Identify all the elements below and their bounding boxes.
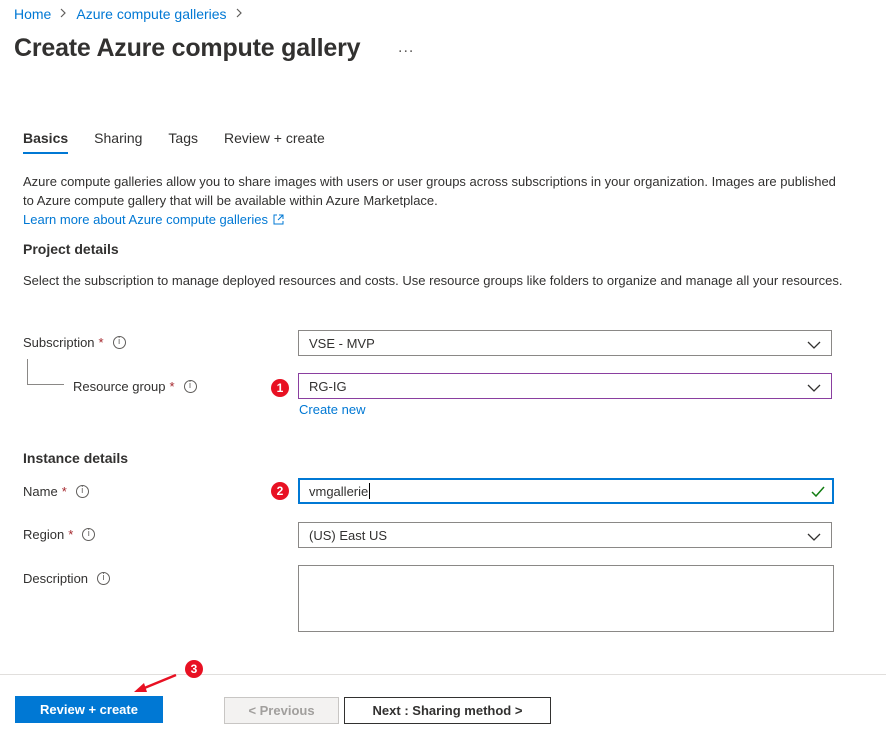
page-title: Create Azure compute gallery — [14, 34, 361, 62]
intro-text: Azure compute galleries allow you to sha… — [23, 174, 836, 208]
info-icon[interactable]: i — [183, 380, 197, 393]
red-arrow-icon — [134, 673, 177, 692]
required-asterisk: * — [169, 379, 175, 394]
marker-1-badge: 1 — [271, 379, 289, 397]
chevron-right-icon — [60, 7, 67, 21]
external-link-icon[interactable] — [273, 211, 284, 230]
marker-3-badge: 3 — [185, 660, 203, 678]
learn-more-link[interactable]: Learn more about Azure compute galleries — [23, 212, 268, 227]
required-asterisk: * — [61, 484, 67, 499]
review-create-button[interactable]: Review + create — [15, 696, 163, 723]
text-caret — [369, 483, 371, 499]
next-sharing-method-button[interactable]: Next : Sharing method > — [344, 697, 551, 724]
description-textarea[interactable] — [298, 565, 834, 632]
subscription-label-text: Subscription — [23, 335, 95, 350]
region-label-text: Region — [23, 527, 65, 542]
info-icon[interactable]: i — [75, 485, 89, 498]
tree-connector — [27, 359, 64, 385]
chevron-down-icon — [807, 381, 821, 396]
info-icon[interactable]: i — [112, 336, 126, 349]
required-asterisk: * — [98, 335, 104, 350]
subscription-label: Subscription * i — [23, 335, 126, 350]
tab-sharing[interactable]: Sharing — [94, 130, 142, 154]
resource-group-select[interactable]: RG-IG — [298, 373, 832, 399]
more-options-icon[interactable]: ... — [398, 39, 414, 57]
tab-review-create[interactable]: Review + create — [224, 130, 325, 154]
chevron-down-icon — [807, 530, 821, 545]
breadcrumb-galleries-link[interactable]: Azure compute galleries — [76, 6, 226, 22]
intro-description: Azure compute galleries allow you to sha… — [23, 172, 843, 230]
name-label: Name * i — [23, 484, 89, 499]
subscription-select[interactable]: VSE - MVP — [298, 330, 832, 356]
chevron-down-icon — [807, 338, 821, 353]
breadcrumb-home-link[interactable]: Home — [14, 6, 51, 22]
description-label-text: Description — [23, 571, 89, 586]
required-asterisk: * — [68, 527, 74, 542]
checkmark-icon — [811, 485, 825, 500]
name-input[interactable]: vmgallerie — [298, 478, 834, 504]
subscription-value: VSE - MVP — [309, 335, 375, 351]
previous-button[interactable]: < Previous — [224, 697, 339, 724]
description-label: Description i — [23, 571, 111, 586]
info-icon[interactable]: i — [97, 572, 111, 585]
region-label: Region * i — [23, 527, 96, 542]
tab-basics[interactable]: Basics — [23, 130, 69, 154]
info-icon[interactable]: i — [82, 528, 96, 541]
project-details-text: Select the subscription to manage deploy… — [23, 273, 843, 288]
name-label-text: Name — [23, 484, 58, 499]
breadcrumb: Home Azure compute galleries — [14, 6, 252, 22]
create-new-link[interactable]: Create new — [299, 402, 365, 417]
instance-details-heading: Instance details — [23, 450, 129, 466]
name-input-value: vmgallerie — [309, 483, 369, 499]
resource-group-label: Resource group * i — [73, 379, 197, 394]
region-select[interactable]: (US) East US — [298, 522, 832, 548]
resource-group-value: RG-IG — [309, 378, 347, 394]
resource-group-label-text: Resource group — [73, 379, 166, 394]
region-value: (US) East US — [309, 527, 388, 543]
project-details-heading: Project details — [23, 241, 119, 257]
marker-2-badge: 2 — [271, 482, 289, 500]
tab-bar: Basics Sharing Tags Review + create — [23, 130, 351, 154]
chevron-right-icon — [236, 7, 243, 21]
tab-tags[interactable]: Tags — [168, 130, 198, 154]
